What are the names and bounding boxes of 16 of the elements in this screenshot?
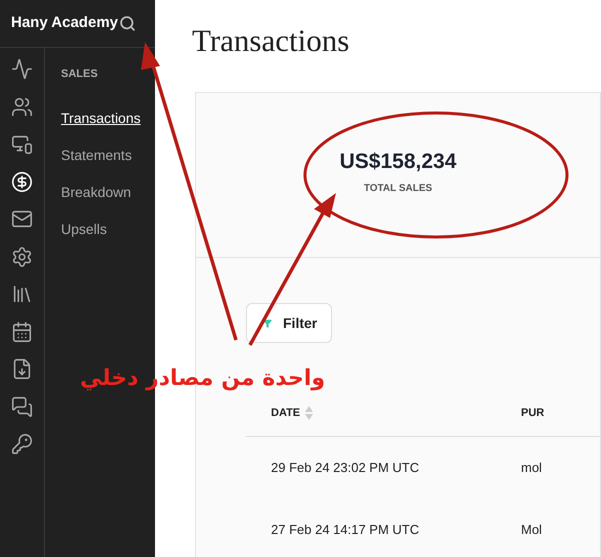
- column-header[interactable]: PUR: [521, 404, 544, 422]
- section-heading: SALES: [61, 67, 99, 82]
- submenu-link[interactable]: Transactions: [61, 108, 141, 128]
- total-sales-value: US$158,234: [340, 148, 456, 175]
- submenu-link[interactable]: Upsells: [61, 218, 107, 238]
- table-cell-text: mol: [521, 459, 542, 478]
- table-cell-text: Mol: [521, 521, 542, 540]
- total-sales-label: TOTAL SALES: [364, 182, 432, 196]
- app-title: Hany Academy: [11, 13, 118, 34]
- filter-button[interactable]: Filter: [246, 303, 332, 343]
- submenu-link[interactable]: Statements: [61, 144, 132, 164]
- column-header[interactable]: DATE: [271, 404, 300, 422]
- submenu-link[interactable]: Breakdown: [61, 182, 132, 202]
- page-title: Transactions: [192, 22, 350, 60]
- table-cell-text: 27 Feb 24 14:17 PM UTC: [271, 521, 420, 540]
- table-cell-text: 29 Feb 24 23:02 PM UTC: [271, 459, 420, 478]
